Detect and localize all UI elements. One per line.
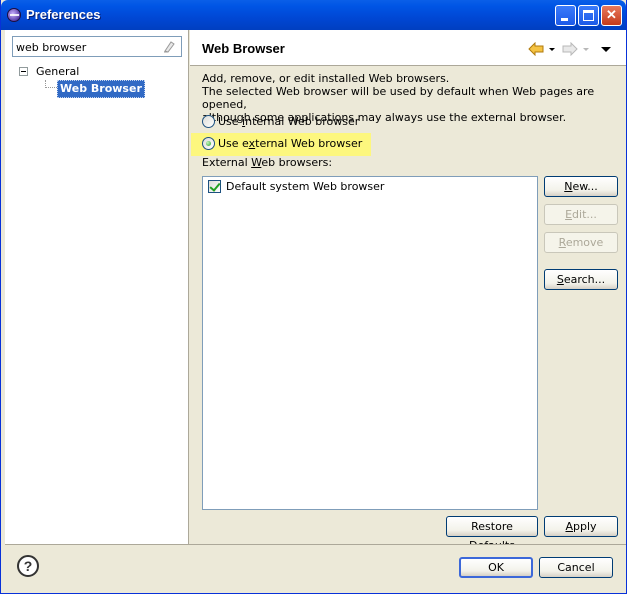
- filter-input[interactable]: [12, 36, 182, 57]
- preference-page: Web Browser Add, remove, or edit install…: [190, 30, 626, 552]
- view-menu-icon[interactable]: [600, 42, 612, 56]
- restore-defaults-button[interactable]: Restore Defaults: [446, 516, 538, 552]
- browser-list[interactable]: Default system Web browser: [202, 176, 538, 510]
- close-icon: ✕: [606, 7, 617, 22]
- close-button[interactable]: ✕: [601, 5, 622, 26]
- tree-node-web-browser[interactable]: Web Browser: [19, 80, 145, 98]
- help-icon[interactable]: ?: [17, 555, 39, 577]
- remove-button: Remove: [544, 232, 618, 253]
- apply-button[interactable]: Apply: [544, 516, 618, 537]
- search-button[interactable]: Search...: [544, 269, 618, 290]
- maximize-button[interactable]: [578, 5, 599, 26]
- back-dropdown-icon[interactable]: [548, 42, 556, 56]
- clear-filter-icon[interactable]: [162, 40, 176, 54]
- minimize-icon: [561, 18, 568, 21]
- description-line: The selected Web browser will be used by…: [202, 85, 595, 111]
- external-browsers-label: External Web browsers:: [202, 156, 333, 169]
- description-line: Add, remove, or edit installed Web brows…: [202, 72, 450, 85]
- edit-button: Edit...: [544, 204, 618, 225]
- tree-label-web-browser: Web Browser: [57, 80, 145, 98]
- eclipse-app-icon: [7, 8, 21, 22]
- tree-connector: [45, 80, 57, 88]
- collapse-icon[interactable]: [19, 67, 28, 76]
- use-internal-browser-radio[interactable]: Use internal Web browser: [202, 113, 359, 131]
- forward-dropdown-icon: [583, 48, 589, 51]
- use-external-browser-radio[interactable]: Use external Web browser: [202, 135, 362, 153]
- cancel-button[interactable]: Cancel: [539, 557, 613, 578]
- radio-label: Use internal Web browser: [218, 115, 360, 128]
- ok-button[interactable]: OK: [459, 557, 533, 578]
- dialog-button-bar: ? OK Cancel: [5, 544, 626, 592]
- page-title: Web Browser: [202, 41, 285, 56]
- title-bar[interactable]: Preferences ✕: [1, 0, 626, 30]
- minimize-button[interactable]: [555, 5, 576, 26]
- preference-tree-pane: General Web Browser: [5, 30, 189, 544]
- forward-arrow-icon: [562, 42, 578, 56]
- page-header: Web Browser: [190, 30, 626, 66]
- preferences-window: Preferences ✕ General Web Browser Web Br…: [0, 0, 627, 594]
- radio-checked-icon[interactable]: [202, 136, 215, 150]
- list-item[interactable]: Default system Web browser: [208, 179, 384, 195]
- tree-label-general: General: [36, 65, 80, 78]
- new-button[interactable]: New...: [544, 176, 618, 197]
- maximize-icon: [583, 10, 594, 21]
- tree-node-general[interactable]: General: [19, 64, 139, 80]
- radio-label: Use external Web browser: [218, 137, 363, 150]
- browser-name: Default system Web browser: [226, 180, 385, 193]
- window-title: Preferences: [26, 7, 101, 22]
- preference-tree: General Web Browser: [19, 64, 145, 98]
- radio-unchecked-icon[interactable]: [202, 114, 215, 128]
- back-arrow-icon[interactable]: [528, 42, 544, 56]
- checkbox-checked-icon[interactable]: [208, 179, 221, 193]
